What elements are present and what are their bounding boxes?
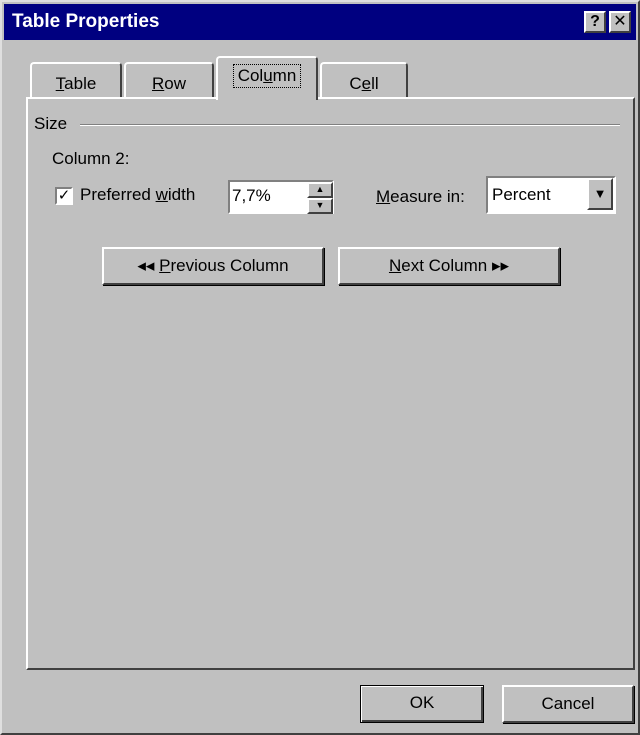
spin-up-icon: ▲ — [315, 184, 325, 194]
cancel-button[interactable]: Cancel — [502, 685, 634, 723]
next-column-mnemonic: N — [388, 256, 402, 275]
preferred-width-value[interactable] — [230, 186, 302, 206]
help-button[interactable]: ? — [584, 11, 606, 33]
close-button[interactable]: ✕ — [609, 11, 631, 33]
tab-row-label: Row — [151, 74, 186, 93]
previous-column-mnemonic: P — [159, 256, 171, 275]
spin-up-button[interactable]: ▲ — [307, 182, 333, 198]
next-column-button[interactable]: Next Column ▸▸ — [338, 247, 560, 285]
tab-column-label: Column — [232, 64, 302, 88]
preferred-width-checkbox[interactable]: ✓ — [55, 187, 73, 205]
help-icon: ? — [590, 13, 600, 30]
table-properties-dialog: Table Properties ? ✕ Table Row Column Ce… — [0, 0, 640, 735]
column-number-label: Column 2: — [52, 149, 130, 168]
previous-column-button[interactable]: ◂◂ Previous Column — [102, 247, 324, 285]
size-group-label: Size — [34, 114, 68, 133]
measure-in-value: Percent — [492, 185, 551, 204]
preferred-width-label: Preferred width — [80, 185, 196, 204]
dialog-title: Table Properties — [12, 11, 160, 32]
chevron-down-icon: ▼ — [593, 186, 607, 201]
tab-cell-label: Cell — [349, 74, 379, 93]
previous-column-label: revious Column — [170, 256, 289, 275]
measure-in-dropdown-button[interactable]: ▼ — [587, 178, 613, 210]
previous-arrows-icon: ◂◂ — [137, 256, 155, 275]
spin-down-icon: ▼ — [315, 200, 325, 210]
ok-button-label: OK — [409, 693, 435, 712]
tab-row[interactable]: Row — [124, 62, 214, 98]
measure-in-label: Measure in: — [376, 187, 465, 206]
tab-column[interactable]: Column — [216, 56, 318, 100]
checkmark-icon: ✓ — [57, 187, 71, 204]
tab-table-label: Table — [55, 74, 97, 93]
tab-cell[interactable]: Cell — [320, 62, 408, 98]
title-bar: Table Properties ? ✕ — [4, 4, 636, 40]
cancel-button-label: Cancel — [541, 694, 595, 713]
next-column-label: ext Column — [401, 256, 488, 275]
next-arrows-icon: ▸▸ — [491, 256, 510, 275]
close-icon: ✕ — [613, 13, 627, 30]
size-group-divider — [80, 124, 620, 126]
tab-table[interactable]: Table — [30, 62, 122, 98]
spin-down-button[interactable]: ▼ — [307, 198, 333, 214]
ok-button[interactable]: OK — [360, 685, 484, 723]
